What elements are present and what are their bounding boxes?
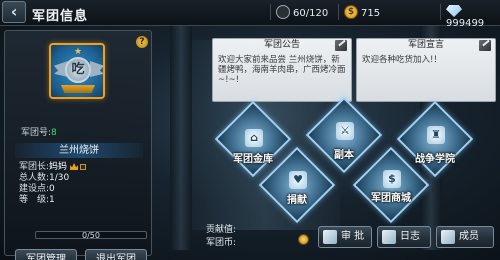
emblem-badge: 吃	[65, 57, 91, 83]
leader-name: 妈妈	[49, 162, 68, 172]
log-icon	[382, 230, 396, 244]
announcement-text: 欢迎大家前来品尝 兰州烧饼，新疆烤鸭，海南羊肉串，广西烤冷面~!~!	[218, 55, 346, 85]
menu-guild-shop-label: 军团商城	[371, 193, 411, 204]
divider	[440, 4, 441, 20]
vault-icon: ⌂	[245, 129, 263, 147]
guild-id-label: 军团号:	[21, 128, 52, 138]
question-icon[interactable]: ?	[136, 36, 148, 48]
approve-button-label: 审 批	[341, 231, 365, 242]
diamond-value: 999499	[446, 18, 485, 29]
members-button[interactable]: 成员	[436, 226, 494, 248]
log-button[interactable]: 日志	[377, 226, 431, 248]
stat-row-leader: 军团长:妈妈	[19, 162, 147, 173]
level-progress-bar: 0/50	[35, 231, 147, 240]
stat-label: 总人数:	[19, 173, 50, 183]
guild-id-value: 8	[51, 128, 57, 138]
announcement-title: 军团公告	[263, 40, 300, 50]
declaration-text: 欢迎各种吃货加入!！	[362, 55, 442, 65]
gold-coin-icon: $	[344, 5, 358, 19]
diamond-icon	[446, 5, 462, 17]
helmet-icon	[441, 230, 455, 244]
divider	[338, 4, 339, 20]
guild-manage-button[interactable]: 军团管理	[15, 249, 77, 260]
stamina-value: 60/120	[293, 8, 329, 19]
star-icon: ★	[74, 47, 83, 57]
contribution-label: 贡献值:	[206, 225, 237, 235]
donate-icon: ♥	[289, 171, 307, 189]
wing-icon	[90, 61, 104, 77]
declaration-title: 军团宣言	[407, 40, 444, 50]
divider	[270, 4, 271, 20]
top-bar: ‹ 军团信息 60/120 $715 999499	[0, 0, 500, 29]
approve-button[interactable]: 审 批	[318, 226, 372, 248]
status-icon	[80, 163, 87, 170]
quit-guild-button[interactable]: 退出军团	[85, 249, 147, 260]
menu-guild-vault-label: 军团金库	[233, 154, 273, 165]
shop-icon: $	[383, 170, 401, 188]
guild-coin-icon	[298, 234, 309, 245]
guild-coin-label: 军团币:	[206, 238, 237, 248]
crown-icon	[70, 163, 79, 170]
stat-label: 建设点:	[19, 184, 50, 194]
ribbon-icon	[61, 85, 95, 93]
stamina-counter: 60/120	[276, 5, 329, 20]
diamond-counter: 999499	[446, 5, 500, 29]
guild-info-panel: ? ★ 吃 军团号:8 兰州烧饼 军团长:妈妈 总人数:1/30 建设点:0 等…	[4, 30, 152, 260]
stat-value: 1	[49, 195, 55, 205]
menu-dungeon-label: 副本	[334, 150, 354, 161]
gold-counter: $715	[344, 5, 381, 20]
stamina-icon	[276, 5, 290, 19]
guild-id: 军团号:8	[21, 125, 57, 138]
stat-value: 1/30	[49, 173, 70, 183]
background-pillar	[170, 20, 192, 250]
menu-donate-label: 捐献	[287, 195, 307, 206]
checklist-icon	[323, 230, 337, 244]
page-title: 军团信息	[32, 9, 89, 24]
dungeon-icon: ⚔	[336, 122, 354, 140]
stat-label: 军团长:	[19, 162, 50, 172]
stat-row-members: 总人数:1/30	[19, 173, 147, 184]
guild-emblem: ★ 吃	[49, 43, 105, 99]
guild-name: 兰州烧饼	[15, 143, 143, 158]
edit-icon[interactable]	[479, 40, 491, 51]
declaration-panel: 军团宣言 欢迎各种吃货加入!！	[356, 38, 496, 102]
guild-stats: 军团长:妈妈 总人数:1/30 建设点:0 等 级:1	[19, 162, 147, 206]
progress-text: 0/50	[82, 231, 100, 240]
announcement-panel: 军团公告 欢迎大家前来品尝 兰州烧饼，新疆烤鸭，海南羊肉串，广西烤冷面~!~!	[212, 38, 352, 102]
back-arrow-icon[interactable]: ‹	[2, 1, 26, 23]
gold-value: 715	[361, 8, 381, 19]
edit-icon[interactable]	[335, 40, 347, 51]
stat-row-level: 等 级:1	[19, 195, 147, 206]
stat-label: 等 级:	[19, 195, 50, 205]
academy-icon: ♜	[427, 126, 445, 144]
stat-row-construction: 建设点:0	[19, 184, 147, 195]
stat-value: 0	[49, 184, 55, 194]
menu-war-academy-label: 战争学院	[415, 154, 455, 165]
members-button-label: 成员	[459, 231, 479, 242]
log-button-label: 日志	[400, 231, 420, 242]
